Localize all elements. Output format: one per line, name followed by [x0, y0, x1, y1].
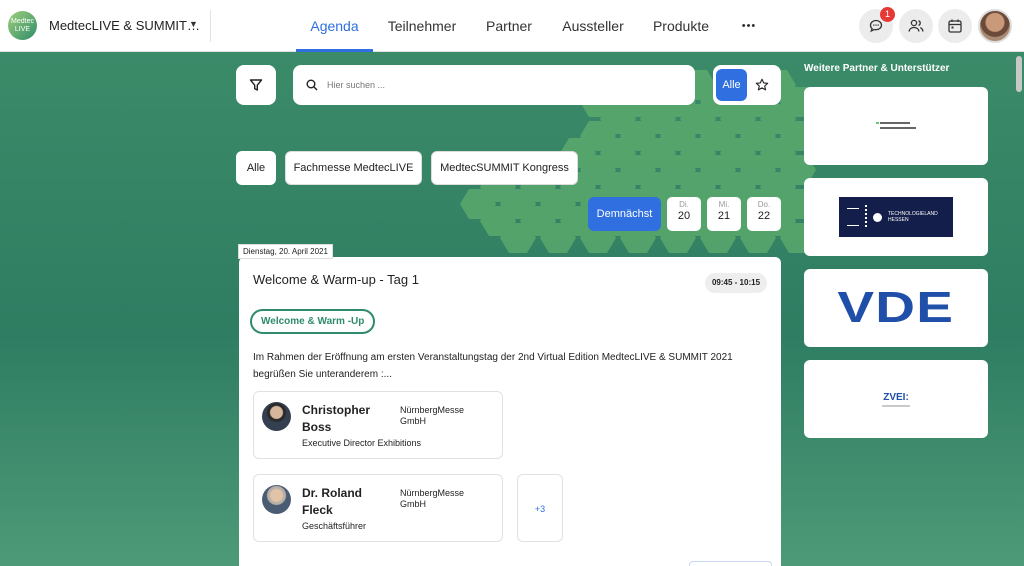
speaker-card[interactable]: Christopher Boss NürnbergMesse GmbH Exec…	[253, 391, 503, 459]
partner-card[interactable]	[804, 87, 988, 165]
session-description: Im Rahmen der Eröffnung am ersten Verans…	[253, 352, 733, 380]
date-tab-22[interactable]: Do. 22	[747, 197, 781, 231]
chevron-down-icon[interactable]: ▼	[189, 19, 198, 29]
session-card[interactable]: Welcome & Warm-up - Tag 1 09:45 - 10:15 …	[239, 257, 781, 566]
zvei-logo-text: ZVEI:	[883, 391, 909, 403]
technologieland-hessen-logo: TECHNOLOGIELAND HESSEN	[839, 197, 953, 237]
day-number: 22	[757, 210, 771, 222]
calendar-icon	[948, 19, 962, 33]
event-name[interactable]: MedtecLIVE & SUMMIT…	[49, 18, 200, 33]
top-bar: Medtec LIVE MedtecLIVE & SUMMIT… ▼ Agend…	[0, 0, 1024, 52]
session-action-button[interactable]	[689, 561, 772, 566]
date-tab-21[interactable]: Mi. 21	[707, 197, 741, 231]
partners-heading: Weitere Partner & Unterstützer	[804, 63, 950, 74]
filter-chip-kongress[interactable]: MedtecSUMMIT Kongress	[431, 151, 578, 185]
speaker-role: Geschäftsführer	[302, 521, 367, 531]
speaker-card[interactable]: Dr. Roland Fleck NürnbergMesse GmbH Gesc…	[253, 474, 503, 542]
speaker-role: Executive Director Exhibitions	[302, 438, 422, 448]
vde-logo: VDE	[837, 283, 955, 332]
search-placeholder: Hier suchen ...	[327, 80, 386, 90]
speaker-organization: NürnbergMesse GmbH	[400, 405, 465, 426]
toggle-all-button[interactable]: Alle	[716, 69, 747, 101]
weekday-label: Do.	[757, 200, 771, 209]
more-speakers-button[interactable]: +3	[517, 474, 563, 542]
filter-chip-fachmesse[interactable]: Fachmesse MedtecLIVE	[285, 151, 422, 185]
day-number: 20	[677, 210, 691, 222]
session-date-label: Dienstag, 20. April 2021	[238, 244, 333, 259]
speaker-name: Dr. Roland Fleck	[302, 486, 363, 517]
session-tag[interactable]: Welcome & Warm -Up	[250, 309, 376, 334]
circle-icon	[873, 212, 882, 222]
calendar-button[interactable]	[938, 9, 972, 43]
session-time: 09:45 - 10:15	[705, 273, 767, 293]
partner-logo-small	[876, 122, 916, 129]
day-number: 21	[717, 210, 731, 222]
filter-chip-alle[interactable]: Alle	[236, 151, 276, 185]
favorites-toggle: Alle	[713, 65, 781, 105]
event-logo[interactable]: Medtec LIVE	[8, 11, 37, 40]
divider	[865, 205, 867, 229]
hessen-logo-text: TECHNOLOGIELAND HESSEN	[888, 211, 938, 223]
scrollbar[interactable]	[1016, 56, 1022, 92]
speaker-photo	[262, 485, 291, 514]
notification-badge: 1	[880, 7, 895, 22]
session-title[interactable]: Welcome & Warm-up - Tag 1	[253, 272, 419, 287]
divider	[210, 10, 211, 42]
speaker-photo	[262, 402, 291, 431]
speaker-organization: NürnbergMesse GmbH	[400, 488, 465, 509]
hessen-emblem-icon	[847, 208, 859, 226]
user-avatar[interactable]	[978, 9, 1012, 43]
date-tab-20[interactable]: Di. 20	[667, 197, 701, 231]
search-input[interactable]: Hier suchen ...	[293, 65, 695, 105]
tab-produkte[interactable]: Produkte	[649, 0, 713, 52]
zvei-logo: ZVEI:	[882, 392, 910, 407]
weekday-label: Di.	[679, 200, 689, 209]
filter-icon	[249, 79, 263, 91]
upcoming-button[interactable]: Demnächst	[588, 197, 661, 231]
chat-icon	[869, 19, 883, 33]
partner-card[interactable]: TECHNOLOGIELAND HESSEN	[804, 178, 988, 256]
people-icon	[908, 19, 924, 32]
search-icon	[306, 79, 318, 91]
star-icon[interactable]	[755, 78, 769, 92]
speaker-name: Christopher Boss	[302, 403, 371, 434]
filter-button[interactable]	[236, 65, 276, 105]
tab-aussteller[interactable]: Aussteller	[558, 0, 628, 52]
people-button[interactable]	[899, 9, 933, 43]
tab-agenda[interactable]: Agenda	[296, 0, 373, 52]
more-menu-icon[interactable]: •••	[734, 0, 764, 52]
tab-teilnehmer[interactable]: Teilnehmer	[385, 0, 459, 52]
partner-card[interactable]: ZVEI:	[804, 360, 988, 438]
zvei-tagline	[882, 404, 910, 407]
weekday-label: Mi.	[718, 200, 730, 209]
tab-partner[interactable]: Partner	[482, 0, 536, 52]
partner-card[interactable]: VDE	[804, 269, 988, 347]
